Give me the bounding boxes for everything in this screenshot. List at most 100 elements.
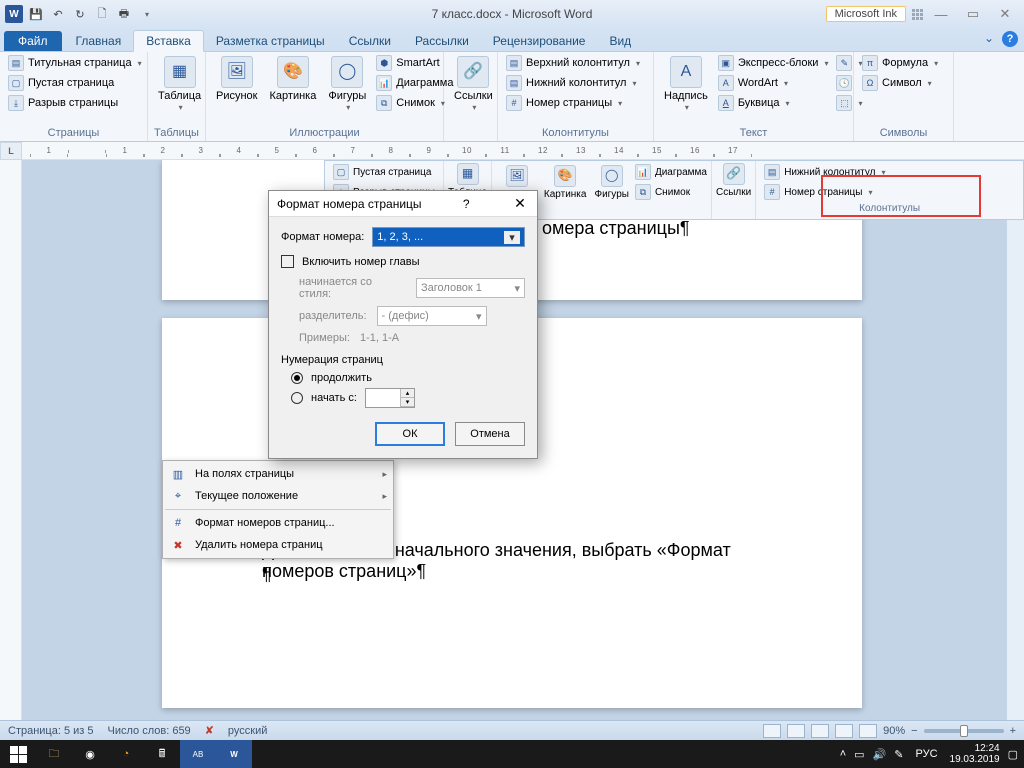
taskbar-abnet-icon[interactable]: AB (180, 740, 216, 768)
shapes-button[interactable]: ◯Фигуры▾ (324, 54, 370, 115)
qat-customize-icon[interactable]: ▾ (136, 4, 156, 24)
taskbar-explorer-icon[interactable]: 🗀 (36, 740, 72, 768)
footer-button[interactable]: ▤Нижний колонтитул▾ (504, 74, 642, 92)
group-headerfooter: ▤Верхний колонтитул▾ ▤Нижний колонтитул▾… (498, 52, 654, 141)
dropcap-button[interactable]: AБуквица▾ (716, 94, 831, 112)
grip-icon (912, 9, 922, 19)
radio-start-at-label: начать с: (311, 392, 357, 404)
word-app-icon[interactable]: W (4, 4, 24, 24)
view-fullscreen-icon[interactable] (787, 724, 805, 738)
tab-references[interactable]: Ссылки (337, 31, 403, 51)
starts-with-style-label: начинается со стиля: (299, 276, 406, 300)
page-number-button[interactable]: #Номер страницы▾ (504, 94, 642, 112)
save-icon[interactable]: 💾 (26, 4, 46, 24)
tray-clock[interactable]: 12:24 19.03.2019 (950, 743, 1000, 765)
frag-screenshot: ⧉Снимок (633, 183, 709, 201)
ribbon-minimize-icon[interactable]: ⌄ (984, 31, 994, 47)
header-button[interactable]: ▤Верхний колонтитул▾ (504, 54, 642, 72)
view-print-layout-icon[interactable] (763, 724, 781, 738)
zoom-out-icon[interactable]: − (911, 725, 917, 737)
vertical-ruler[interactable] (0, 160, 22, 720)
tray-language[interactable]: РУС (912, 747, 942, 761)
include-chapter-label: Включить номер главы (302, 256, 420, 268)
examples-label: Примеры: (299, 332, 350, 344)
view-draft-icon[interactable] (859, 724, 877, 738)
frag-blank-page: ▢Пустая страница (331, 163, 437, 181)
close-button[interactable]: ✕ (992, 5, 1018, 23)
tray-action-center-icon[interactable]: ▢ (1008, 748, 1018, 761)
tab-mailings[interactable]: Рассылки (403, 31, 481, 51)
clipart-button[interactable]: 🎨Картинка (266, 54, 321, 104)
blank-page-button[interactable]: ▢Пустая страница (6, 74, 144, 92)
tray-sound-icon[interactable]: 🔊 (873, 748, 887, 761)
redo-icon[interactable]: ↻ (70, 4, 90, 24)
workspace: ▢Пустая страница ⤓Разрыв страницы ▦Табли… (0, 160, 1024, 720)
radio-continue[interactable] (291, 372, 303, 384)
start-button[interactable] (0, 740, 36, 768)
wordart-button[interactable]: AWordArt▾ (716, 74, 831, 92)
view-outline-icon[interactable] (835, 724, 853, 738)
ruler-corner: L (0, 142, 22, 160)
tab-review[interactable]: Рецензирование (481, 31, 598, 51)
menu-item-current-position[interactable]: ⌖Текущее положение▸ (165, 485, 391, 507)
menu-item-format-page-numbers[interactable]: #Формат номеров страниц... (165, 512, 391, 534)
tray-pen-icon[interactable]: ✎ (894, 748, 903, 761)
menu-item-page-margins[interactable]: ▥На полях страницы▸ (165, 463, 391, 485)
title-page-button[interactable]: ▤Титульная страница▾ (6, 54, 144, 72)
titlebar: W 💾 ↶ ↻ 🗋 🖶 ▾ 7 класс.docx - Microsoft W… (0, 0, 1024, 28)
undo-icon[interactable]: ↶ (48, 4, 68, 24)
menu-item-remove-page-numbers[interactable]: ✖Удалить номера страниц (165, 534, 391, 556)
minimize-button[interactable]: — (928, 5, 954, 23)
radio-start-at[interactable] (291, 392, 303, 404)
window-title: 7 класс.docx - Microsoft Word (432, 7, 593, 21)
zoom-slider[interactable] (924, 729, 1004, 733)
zoom-in-icon[interactable]: + (1010, 725, 1016, 737)
page-break-button[interactable]: ⤓Разрыв страницы (6, 94, 144, 112)
start-at-spinner[interactable]: ▴▾ (365, 388, 415, 408)
status-words[interactable]: Число слов: 659 (108, 725, 191, 737)
frag-footer: ▤Нижний колонтитул▾ (762, 163, 1017, 181)
windows-taskbar: 🗀 ◉ ◔ 🖩 AB W ˄ ▭ 🔊 ✎ РУС 12:24 19.03.201… (0, 740, 1024, 768)
tray-show-hidden-icon[interactable]: ˄ (840, 748, 846, 760)
equation-button[interactable]: πФормула▾ (860, 54, 940, 72)
status-language[interactable]: русский (228, 725, 267, 737)
table-button[interactable]: ▦Таблица▾ (154, 54, 205, 115)
status-page[interactable]: Страница: 5 из 5 (8, 725, 94, 737)
tab-insert[interactable]: Вставка (133, 30, 204, 52)
maximize-button[interactable]: ▭ (960, 5, 986, 23)
group-pages: ▤Титульная страница▾ ▢Пустая страница ⤓Р… (0, 52, 148, 141)
format-select[interactable]: 1, 2, 3, ...▾ (372, 227, 525, 247)
group-illustrations: 🖼Рисунок 🎨Картинка ◯Фигуры▾ ⬢SmartArt 📊Д… (206, 52, 444, 141)
tab-view[interactable]: Вид (597, 31, 643, 51)
help-icon[interactable]: ? (1002, 31, 1018, 47)
group-text: AНадпись▾ ▣Экспресс-блоки▾ AWordArt▾ AБу… (654, 52, 854, 141)
view-web-icon[interactable] (811, 724, 829, 738)
picture-button[interactable]: 🖼Рисунок (212, 54, 262, 104)
page-number-format-dialog: Формат номера страницы ? ✕ Формат номера… (268, 190, 538, 459)
taskbar-word-icon[interactable]: W (216, 740, 252, 768)
quickparts-button[interactable]: ▣Экспресс-блоки▾ (716, 54, 831, 72)
zoom-value[interactable]: 90% (883, 725, 905, 737)
tab-layout[interactable]: Разметка страницы (204, 31, 337, 51)
links-button[interactable]: 🔗Ссылки▾ (450, 54, 497, 115)
dialog-close-icon[interactable]: ✕ (511, 195, 529, 213)
dialog-help-icon[interactable]: ? (457, 195, 475, 213)
print-preview-icon[interactable]: 🖶 (114, 4, 134, 24)
ms-ink-chip[interactable]: Microsoft Ink (826, 6, 906, 22)
horizontal-ruler[interactable]: 11234567891011121314151617 (0, 142, 1024, 160)
vertical-scrollbar[interactable] (1006, 160, 1024, 720)
status-proofing-icon[interactable]: ✘ (205, 724, 214, 737)
cancel-button[interactable]: Отмена (455, 422, 525, 446)
qat-extra-icon[interactable]: 🗋 (92, 4, 112, 24)
tab-file[interactable]: Файл (4, 31, 62, 51)
taskbar-app-icon[interactable]: ◔ (108, 740, 144, 768)
taskbar-chrome-icon[interactable]: ◉ (72, 740, 108, 768)
tab-home[interactable]: Главная (64, 31, 134, 51)
textbox-button[interactable]: AНадпись▾ (660, 54, 712, 115)
taskbar-calc-icon[interactable]: 🖩 (144, 740, 180, 768)
ok-button[interactable]: ОК (375, 422, 445, 446)
include-chapter-checkbox[interactable] (281, 255, 294, 268)
examples-value: 1-1, 1-A (360, 332, 399, 344)
tray-network-icon[interactable]: ▭ (854, 748, 864, 761)
symbol-button[interactable]: ΩСимвол▾ (860, 74, 940, 92)
